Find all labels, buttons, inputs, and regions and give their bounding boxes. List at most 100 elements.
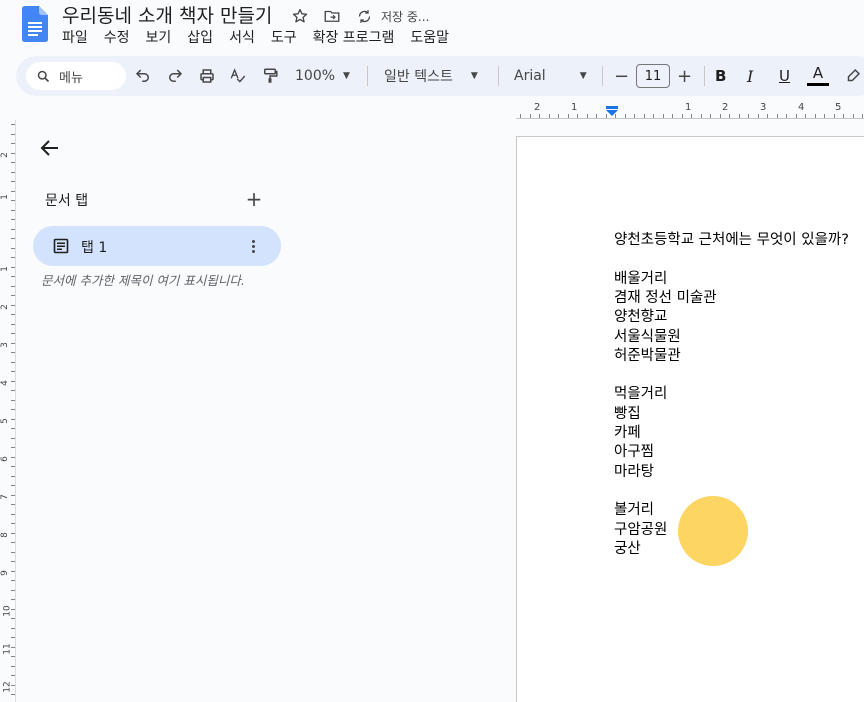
- ruler-tick: [624, 114, 626, 118]
- ruler-tick: [11, 371, 15, 372]
- decrease-font-size-button[interactable]: −: [614, 56, 629, 96]
- ruler-number: 2: [722, 102, 729, 113]
- menu-view[interactable]: 보기: [138, 28, 180, 48]
- menu-file[interactable]: 파일: [54, 28, 96, 48]
- ruler-number: 2: [534, 102, 541, 113]
- ruler-tick: [852, 114, 854, 118]
- menu-help[interactable]: 도움말: [402, 28, 457, 48]
- document-title[interactable]: 우리동네 소개 책자 만들기: [62, 1, 272, 28]
- increase-font-size-button[interactable]: +: [677, 56, 692, 96]
- ruler-tick: [605, 114, 607, 118]
- document-line[interactable]: 허준박물관: [614, 347, 681, 366]
- document-line[interactable]: 배울거리: [614, 270, 667, 289]
- italic-button[interactable]: I: [747, 56, 753, 96]
- more-options-icon[interactable]: [245, 236, 261, 256]
- ruler-tick: [11, 228, 15, 230]
- star-icon[interactable]: [290, 6, 310, 26]
- document-heading-line[interactable]: 양천초등학교 근처에는 무엇이 있을까?: [614, 231, 849, 250]
- ruler-tick: [710, 114, 711, 118]
- add-tab-button[interactable]: +: [244, 189, 264, 209]
- text-color-swatch: [807, 83, 829, 86]
- font-family-select[interactable]: Arial ▼: [514, 56, 587, 96]
- vertical-ruler[interactable]: 2 1 1 2 3 4 5 6 7 8 9 10 11 12: [0, 120, 16, 702]
- menu-search[interactable]: 메뉴: [26, 62, 126, 90]
- ruler-tick: [11, 627, 15, 629]
- document-line[interactable]: 마라탕: [614, 463, 654, 482]
- menu-tools[interactable]: 도구: [263, 28, 305, 48]
- paint-format-button[interactable]: [261, 56, 279, 96]
- document-line[interactable]: 카페: [614, 424, 641, 443]
- document-page[interactable]: 양천초등학교 근처에는 무엇이 있을까? 배울거리 겸재 정선 미술관 양천향교 서울식…: [516, 136, 864, 702]
- ruler-number: 3: [760, 102, 767, 113]
- ruler-tick: [11, 599, 15, 600]
- toolbar-divider: [367, 66, 368, 86]
- document-line[interactable]: 볼거리: [614, 501, 654, 520]
- zoom-select[interactable]: 100% ▼: [295, 56, 350, 96]
- ruler-tick: [11, 380, 15, 382]
- indent-marker-icon[interactable]: [606, 106, 618, 116]
- ruler-tick: [11, 551, 15, 553]
- ruler-tick: [11, 257, 15, 258]
- ruler-tick: [795, 114, 797, 118]
- redo-icon: [169, 69, 183, 82]
- menu-extensions[interactable]: 확장 프로그램: [305, 28, 403, 48]
- menu-bar: 파일 수정 보기 삽입 서식 도구 확장 프로그램 도움말: [54, 28, 457, 48]
- move-folder-icon[interactable]: [322, 6, 342, 26]
- underline-button[interactable]: U: [779, 56, 790, 96]
- style-caret-icon: ▼: [470, 71, 478, 81]
- document-line[interactable]: 궁산: [614, 540, 641, 559]
- ruler-tick: [11, 523, 15, 524]
- ruler-number: 1: [0, 194, 10, 200]
- ruler-tick: [681, 114, 683, 118]
- menu-format[interactable]: 서식: [221, 28, 263, 48]
- ruler-tick: [700, 114, 702, 118]
- plus-icon: +: [677, 65, 693, 87]
- menu-insert[interactable]: 삽입: [179, 28, 221, 48]
- ruler-tick: [11, 580, 15, 581]
- highlighter-pen-icon: [847, 68, 861, 82]
- ruler-number: 5: [835, 102, 842, 113]
- highlight-button[interactable]: [844, 56, 862, 96]
- ruler-tick: [11, 485, 15, 486]
- ruler-tick: [11, 399, 15, 401]
- document-line[interactable]: 아구찜: [614, 443, 654, 462]
- print-button[interactable]: [198, 56, 216, 96]
- font-size-input[interactable]: 11: [636, 64, 670, 88]
- ruler-tick: [11, 162, 15, 163]
- document-tab-icon: [53, 238, 69, 254]
- horizontal-ruler[interactable]: 21123456: [516, 100, 864, 120]
- ruler-number: 7: [0, 494, 10, 500]
- document-line[interactable]: 먹을거리: [614, 385, 667, 404]
- document-line[interactable]: 서울식물원: [614, 328, 681, 347]
- back-arrow-icon[interactable]: [38, 136, 62, 160]
- google-docs-logo-icon[interactable]: [22, 6, 48, 42]
- paragraph-style-select[interactable]: 일반 텍스트 ▼: [384, 56, 478, 96]
- undo-button[interactable]: [134, 56, 152, 96]
- ruler-tick: [11, 276, 15, 277]
- save-status: 저장 중...: [381, 10, 430, 24]
- document-line[interactable]: 겸재 정선 미술관: [614, 289, 717, 308]
- document-line[interactable]: 빵집: [614, 405, 641, 424]
- document-line[interactable]: 구암공원: [614, 521, 667, 540]
- redo-button[interactable]: [166, 56, 184, 96]
- ruler-tick: [11, 475, 15, 477]
- ruler-tick: [11, 542, 15, 543]
- ruler-number: 11: [2, 643, 13, 655]
- document-line[interactable]: 양천향교: [614, 308, 667, 327]
- toolbar-divider: [602, 66, 603, 86]
- text-color-button[interactable]: A: [807, 56, 829, 96]
- ruler-tick: [11, 447, 15, 448]
- menu-search-label: 메뉴: [59, 70, 83, 86]
- ruler-tick: [11, 390, 15, 391]
- sidebar-item-tab-1[interactable]: 탭 1: [33, 226, 281, 266]
- spellcheck-button[interactable]: [229, 56, 247, 96]
- sync-icon: [354, 6, 374, 26]
- menu-edit[interactable]: 수정: [96, 28, 138, 48]
- toolbar-divider: [704, 66, 705, 86]
- ruler-number: 1: [685, 102, 692, 113]
- bold-button[interactable]: B: [715, 56, 726, 96]
- ruler-tick: [11, 675, 15, 676]
- search-icon: [37, 70, 50, 82]
- ruler-tick: [748, 114, 749, 118]
- ruler-number: 4: [798, 102, 805, 113]
